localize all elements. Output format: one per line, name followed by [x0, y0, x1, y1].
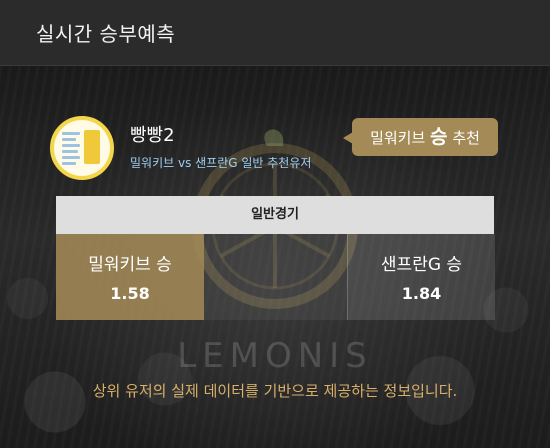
game-type-header: 일반경기	[56, 196, 494, 234]
away-win-odds: 1.84	[401, 284, 442, 303]
home-win-option[interactable]: 밀워키브 승 1.58	[56, 234, 204, 320]
page-title: 실시간 승부예측	[36, 22, 176, 46]
odds-divider-cell	[204, 234, 347, 320]
away-win-option[interactable]: 샌프란G 승 1.84	[347, 234, 495, 320]
avatar-image	[54, 120, 110, 176]
recommendation-team: 밀워키브	[370, 129, 426, 147]
away-win-label: 샌프란G 승	[380, 255, 463, 275]
home-win-label: 밀워키브 승	[88, 255, 172, 275]
recommendation-suffix: 추천	[452, 129, 480, 147]
recommendation-badge: 밀워키브 승 추천	[343, 118, 498, 156]
prediction-panel: LEMONIS 빵빵2 밀워키브 vs 샌프란G 일반 추천유저 밀워키브 승 …	[0, 66, 550, 448]
user-subtitle: 밀워키브 vs 샌프란G 일반 추천유저	[130, 156, 312, 170]
watermark-logo: LEMONIS	[177, 336, 373, 376]
recommendation-result: 승	[430, 126, 448, 148]
home-win-odds: 1.58	[110, 284, 150, 303]
user-name[interactable]: 빵빵2	[130, 121, 175, 147]
odds-table: 일반경기 밀워키브 승 1.58 샌프란G 승 1.84	[56, 196, 495, 320]
footer-note: 상위 유저의 실제 데이터를 기반으로 제공하는 정보입니다.	[92, 382, 458, 400]
avatar[interactable]	[50, 116, 114, 180]
header-bar: 실시간 승부예측	[0, 0, 550, 66]
